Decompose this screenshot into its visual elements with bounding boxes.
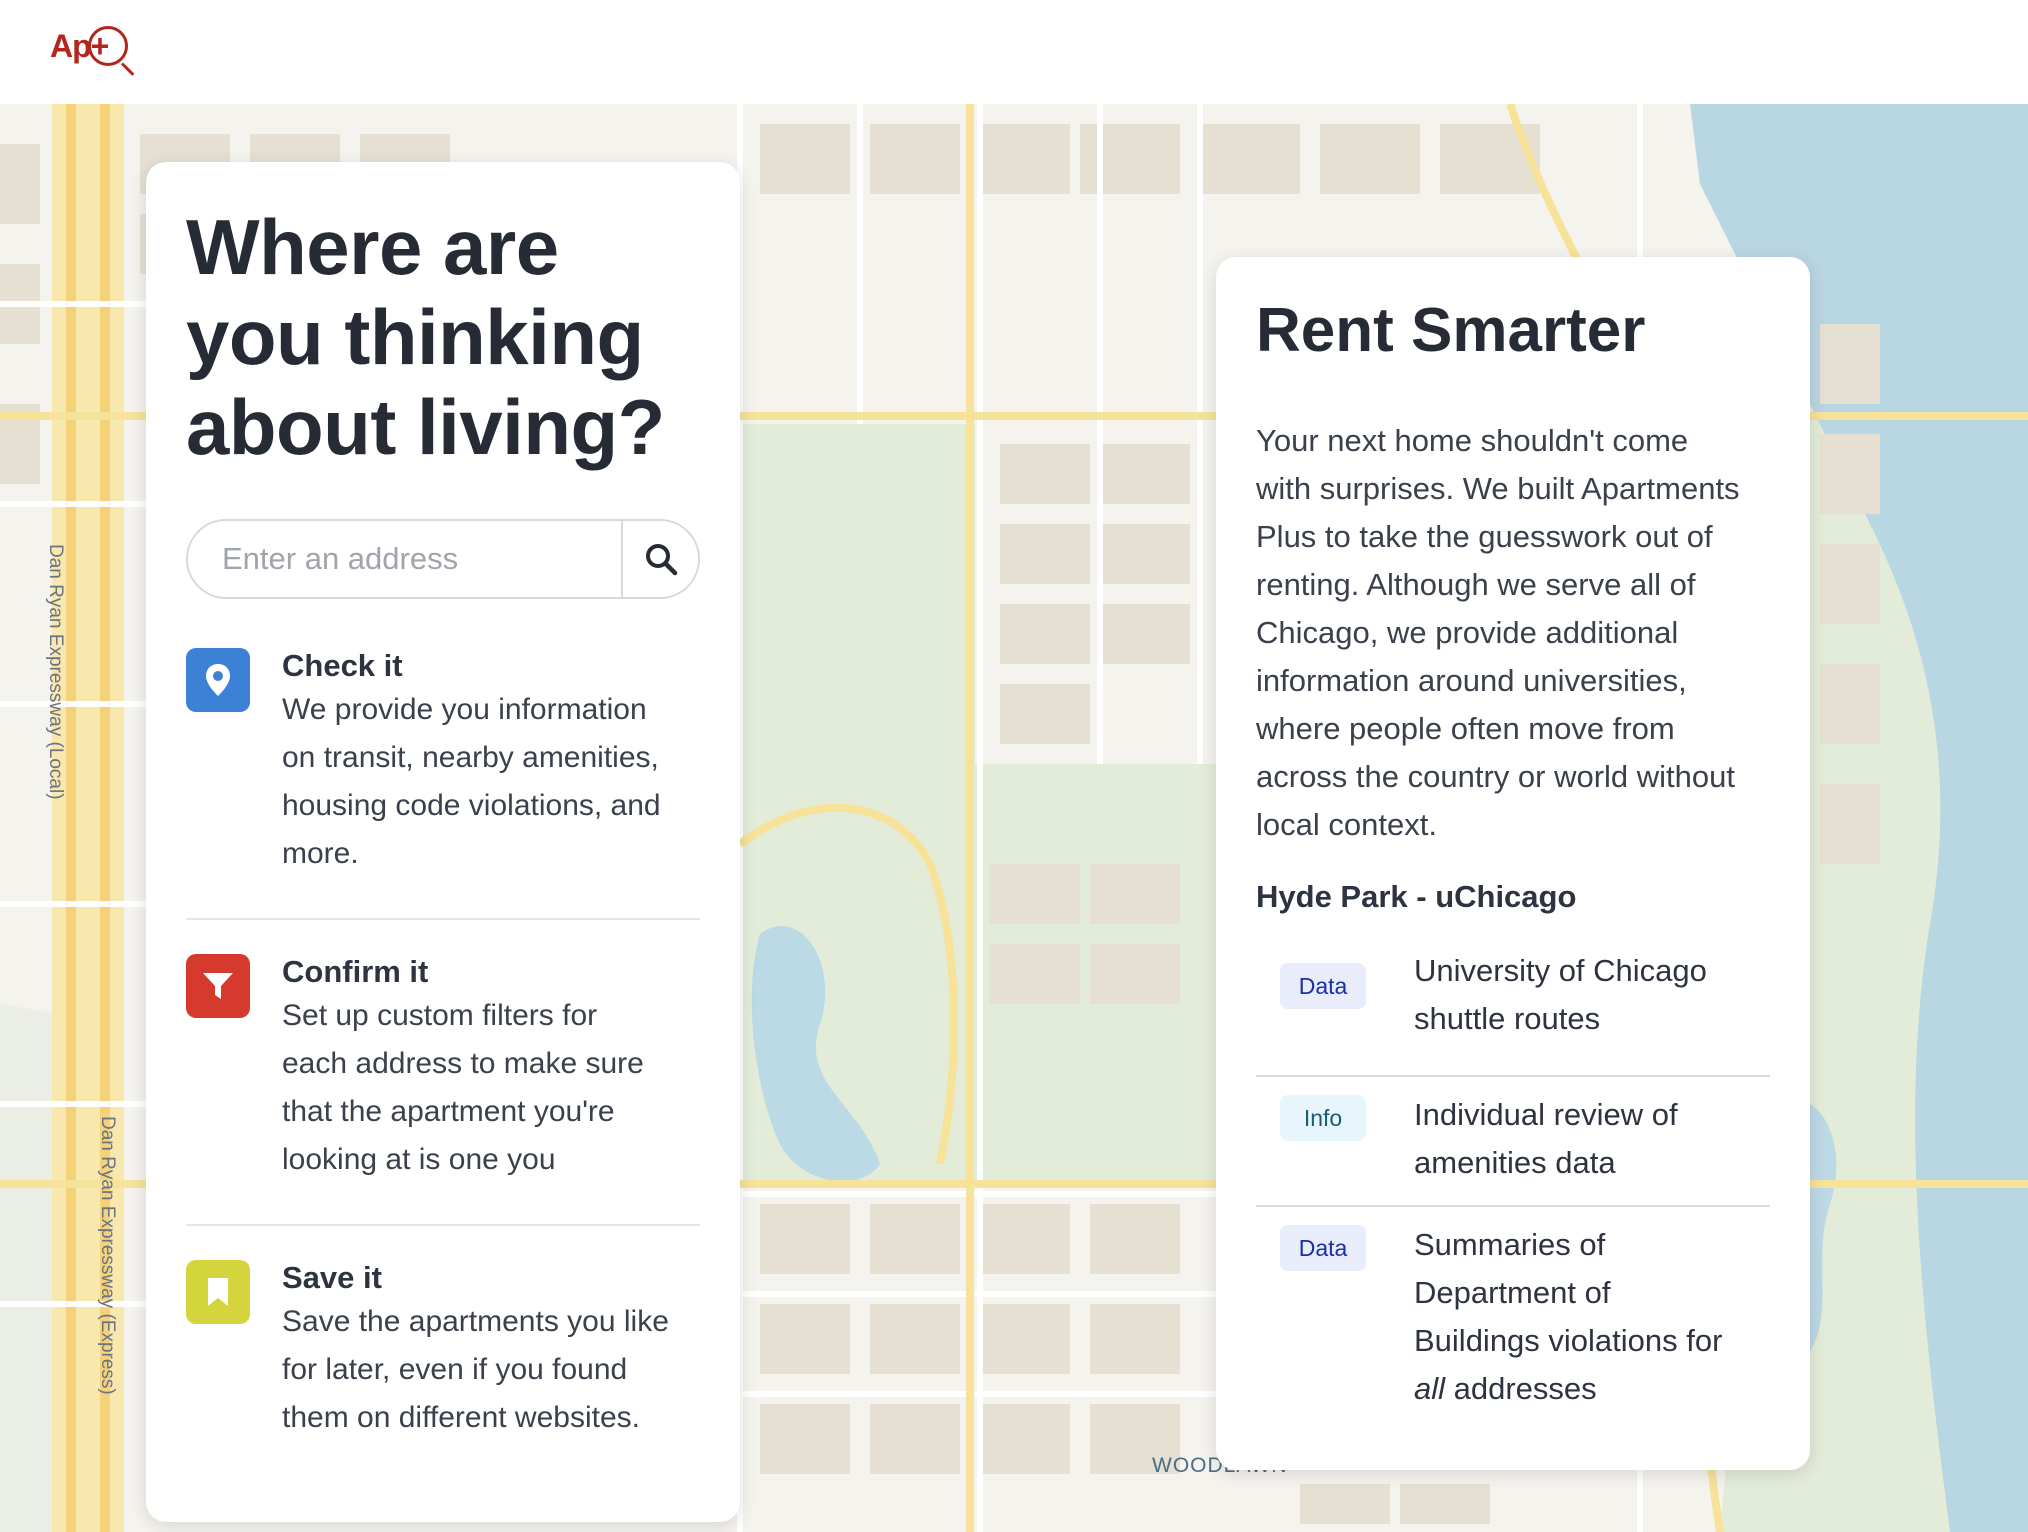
feature-text: Save the apartments you like for later, … bbox=[282, 1298, 712, 1442]
feature-title: Save it bbox=[282, 1260, 382, 1295]
description-line: where people often move from bbox=[1256, 711, 1675, 746]
feature-line: looking at is one you bbox=[282, 1143, 556, 1176]
campus-subheading: Hyde Park - uChicago bbox=[1256, 879, 1577, 914]
description-line: information around universities, bbox=[1256, 663, 1687, 698]
divider bbox=[186, 1224, 700, 1226]
description-line: Plus to take the guesswork out of bbox=[1256, 519, 1713, 554]
feature-line: Save the apartments you like bbox=[282, 1305, 669, 1338]
description-line: Your next home shouldn't come bbox=[1256, 423, 1689, 458]
feature-line: on transit, nearby amenities, bbox=[282, 741, 659, 774]
rent-smarter-card: Rent Smarter Your next home shouldn't co… bbox=[1216, 257, 1810, 1470]
divider bbox=[186, 918, 700, 920]
feature-line: that the apartment you're bbox=[282, 1095, 615, 1128]
info-badge: Info bbox=[1280, 1095, 1366, 1141]
address-search bbox=[186, 519, 700, 599]
hero-title-line-2: you thinking bbox=[186, 293, 644, 381]
list-item: Data University of Chicago shuttle route… bbox=[1256, 947, 1770, 1077]
magnifier-icon bbox=[88, 26, 128, 66]
hero-title-line-3: about living? bbox=[186, 383, 665, 471]
emphasis-text: all bbox=[1414, 1371, 1446, 1406]
filter-icon bbox=[186, 954, 250, 1018]
feature-line: more. bbox=[282, 837, 359, 870]
feature-title: Check it bbox=[282, 648, 403, 683]
list-item-text: Individual review of amenities data bbox=[1414, 1091, 1754, 1187]
map-pin-icon bbox=[186, 648, 250, 712]
list-item-line: University of Chicago bbox=[1414, 953, 1707, 988]
data-badge: Data bbox=[1280, 1225, 1366, 1271]
description-line: Chicago, we provide additional bbox=[1256, 615, 1679, 650]
feature-line: We provide you information bbox=[282, 693, 647, 726]
list-item-line: Individual review of bbox=[1414, 1097, 1678, 1132]
list-item-line: Department of bbox=[1414, 1275, 1611, 1310]
road-label-local: Dan Ryan Expressway (Local) bbox=[45, 544, 66, 800]
list-item-text: University of Chicago shuttle routes bbox=[1414, 947, 1754, 1043]
list-item: Data Summaries of Department of Building… bbox=[1256, 1207, 1770, 1437]
feature-line: for later, even if you found bbox=[282, 1353, 628, 1386]
hero-title-line-1: Where are bbox=[186, 203, 559, 291]
top-bar: Ap+ bbox=[0, 0, 2028, 104]
magnifier-handle bbox=[120, 62, 135, 76]
rent-smarter-description: Your next home shouldn't come with surpr… bbox=[1256, 417, 1776, 849]
description-line: renting. Although we serve all of bbox=[1256, 567, 1696, 602]
search-button[interactable] bbox=[621, 521, 698, 597]
list-item-line: Buildings violations for bbox=[1414, 1323, 1723, 1358]
description-line: with surprises. We built Apartments bbox=[1256, 471, 1740, 506]
road-label-express: Dan Ryan Expressway (Express) bbox=[97, 1116, 118, 1395]
feature-text: Set up custom filters for each address t… bbox=[282, 992, 712, 1184]
description-line: across the country or world without bbox=[1256, 759, 1735, 794]
list-item: Info Individual review of amenities data bbox=[1256, 1077, 1770, 1207]
list-item-line: shuttle routes bbox=[1414, 1001, 1601, 1036]
hero-title: Where are you thinking about living? bbox=[186, 202, 706, 472]
campus-feature-list: Data University of Chicago shuttle route… bbox=[1256, 947, 1770, 1437]
app-logo[interactable]: Ap+ bbox=[50, 26, 135, 76]
search-card: Where are you thinking about living? Che… bbox=[146, 162, 740, 1522]
feature-line: Set up custom filters for bbox=[282, 999, 598, 1032]
rent-smarter-title: Rent Smarter bbox=[1256, 296, 1646, 365]
search-icon bbox=[645, 544, 677, 576]
bookmark-icon bbox=[186, 1260, 250, 1324]
feature-text: We provide you information on transit, n… bbox=[282, 686, 712, 878]
feature-line: them on different websites. bbox=[282, 1401, 640, 1434]
list-item-text: Summaries of Department of Buildings vio… bbox=[1414, 1221, 1754, 1413]
address-input[interactable] bbox=[188, 521, 621, 597]
list-item-line: amenities data bbox=[1414, 1145, 1616, 1180]
feature-title: Confirm it bbox=[282, 954, 429, 989]
list-item-line: all addresses bbox=[1414, 1365, 1754, 1413]
feature-line: each address to make sure bbox=[282, 1047, 644, 1080]
data-badge: Data bbox=[1280, 963, 1366, 1009]
description-line: local context. bbox=[1256, 807, 1437, 842]
feature-line: housing code violations, and bbox=[282, 789, 661, 822]
list-item-line: Summaries of bbox=[1414, 1227, 1606, 1262]
list-item-line-rest: addresses bbox=[1445, 1371, 1597, 1406]
